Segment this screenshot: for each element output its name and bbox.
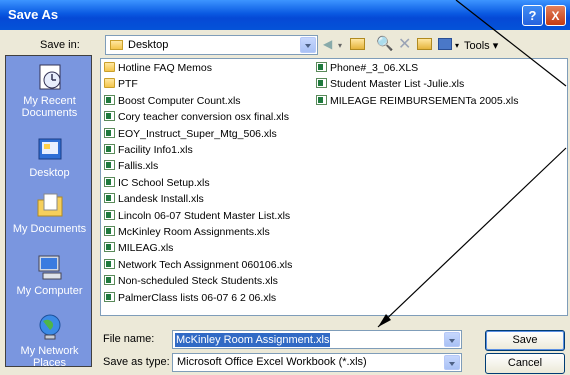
save-as-dialog: Save As ? X Save in: Desktop ◀ ▾ 🔍 ✕ ▾ T…	[0, 0, 570, 375]
annotation-arrows	[377, 0, 567, 328]
